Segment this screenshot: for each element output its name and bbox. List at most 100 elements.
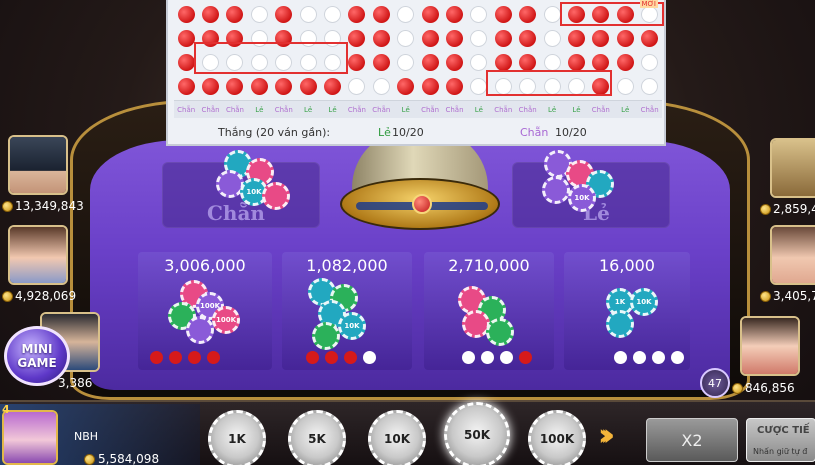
chip-50k[interactable]: 50K [444,402,510,465]
coin-icon [732,382,743,394]
x2-button[interactable]: X2 [646,418,738,462]
white-dot [348,77,366,95]
coin-icon [760,203,771,215]
zone-amount: 3,006,000 [164,256,246,275]
red-dot [421,5,439,23]
player-avatar-right-1[interactable] [770,138,815,198]
player-avatar-right-2[interactable] [770,225,815,285]
white-dot [372,77,390,95]
red-dot [348,53,366,71]
column-result-label: Lẻ [572,106,581,114]
player-avatar-right-3[interactable] [740,316,800,376]
zone-pattern [462,351,532,364]
red-dot [641,29,659,47]
red-dot [494,29,512,47]
red-dot [324,77,342,95]
player-avatar-left-2[interactable] [8,225,68,285]
my-avatar[interactable] [2,410,58,465]
le-count: 10/20 [392,126,424,139]
red-dot [177,53,195,71]
white-dot [543,53,561,71]
new-badge: MỚI [639,0,658,8]
chan-count: 10/20 [555,126,587,139]
red-dot [519,29,537,47]
column-result-label: Lẻ [474,106,483,114]
red-dot [372,5,390,23]
player-coins-left-2: 4,928,069 [2,289,76,303]
white-dot [641,53,659,71]
red-dot [421,77,439,95]
auto-bet-title: CƯỢC TIẾ [757,425,810,436]
summary-label: Thắng (20 ván gần): [218,126,331,139]
chip-10k[interactable]: 10K [368,410,426,465]
player-coins-left-1: 13,349,843 [2,199,84,213]
column-result-label: Chẵn [640,106,659,114]
player-coins-right-2: 3,405,7 [760,289,815,303]
player-avatar-left-1[interactable] [8,135,68,195]
column-result-label: Chẵn [177,106,196,114]
white-dot [397,29,415,47]
zone-amount: 16,000 [599,256,655,275]
column-result-label: Chẵn [225,106,244,114]
red-dot [348,29,366,47]
history-summary: Thắng (20 ván gần): Lẻ 10/20 Chẵn 10/20 [168,122,664,144]
red-dot [421,53,439,71]
double-arrow-icon: ››› [598,418,615,453]
auto-bet-subtitle: Nhấn giữ tự đ [753,447,808,456]
red-dot [567,53,585,71]
red-dot [372,29,390,47]
coin-icon [2,290,13,302]
my-name: NBH [74,430,99,443]
column-result-label: Lẻ [328,106,337,114]
coin-icon [84,453,95,465]
column-result-label: Lẻ [621,106,630,114]
red-dot [372,53,390,71]
column-result-label: Lẻ [547,106,557,114]
column-result-label: Chẵn [421,106,440,114]
red-dot [226,5,244,23]
red-dot [177,29,195,47]
red-dot [494,5,512,23]
column-result-label: Chẵn [201,106,220,114]
chip-1k[interactable]: 1K [208,410,266,465]
my-level: 4 [2,403,10,416]
my-coins: 5,584,098 [84,452,159,465]
red-dot [445,53,463,71]
red-dot [445,77,463,95]
column-result-label: Chẵn [494,106,513,114]
white-dot [543,5,561,23]
red-dot [397,77,415,95]
chip-5k[interactable]: 5K [288,410,346,465]
dealer-bowl [340,178,500,230]
zone-pattern [306,351,376,364]
column-result-label: Chẵn [347,106,366,114]
red-dot [519,53,537,71]
red-dot [226,77,244,95]
red-dot [445,29,463,47]
auto-bet-button[interactable]: CƯỢC TIẾ Nhấn giữ tự đ [746,418,815,462]
mini-game-button[interactable]: MINI GAME [4,326,70,386]
white-dot [299,5,317,23]
white-dot [470,53,488,71]
red-dot [177,5,195,23]
white-dot [641,77,659,95]
chan-label: Chẵn [520,126,549,139]
coin-icon [760,290,771,302]
zone-amount: 2,710,000 [448,256,530,275]
red-dot [616,53,634,71]
player-coins-right-1: 2,859,4 [760,202,815,216]
column-result-label: Chẵn [274,106,293,114]
player-coins-right-3: 846,856 [732,381,795,395]
red-dot [592,29,610,47]
history-column-labels: Chẵn Chẵn Chẵn Lẻ Chẵn Lẻ Lẻ Chẵn Chẵn Lẻ Chẵn Chẵn… [174,100,662,118]
zone-pattern [150,351,220,364]
zone-amount: 1,082,000 [306,256,388,275]
le-label: Lẻ [378,126,391,139]
zone-pattern [614,351,684,364]
column-result-label: Chẵn [591,106,610,114]
white-dot [324,5,342,23]
countdown-timer: 47 [700,368,730,398]
highlight-box [486,70,612,96]
white-dot [250,5,268,23]
chip-100k[interactable]: 100K [528,410,586,465]
